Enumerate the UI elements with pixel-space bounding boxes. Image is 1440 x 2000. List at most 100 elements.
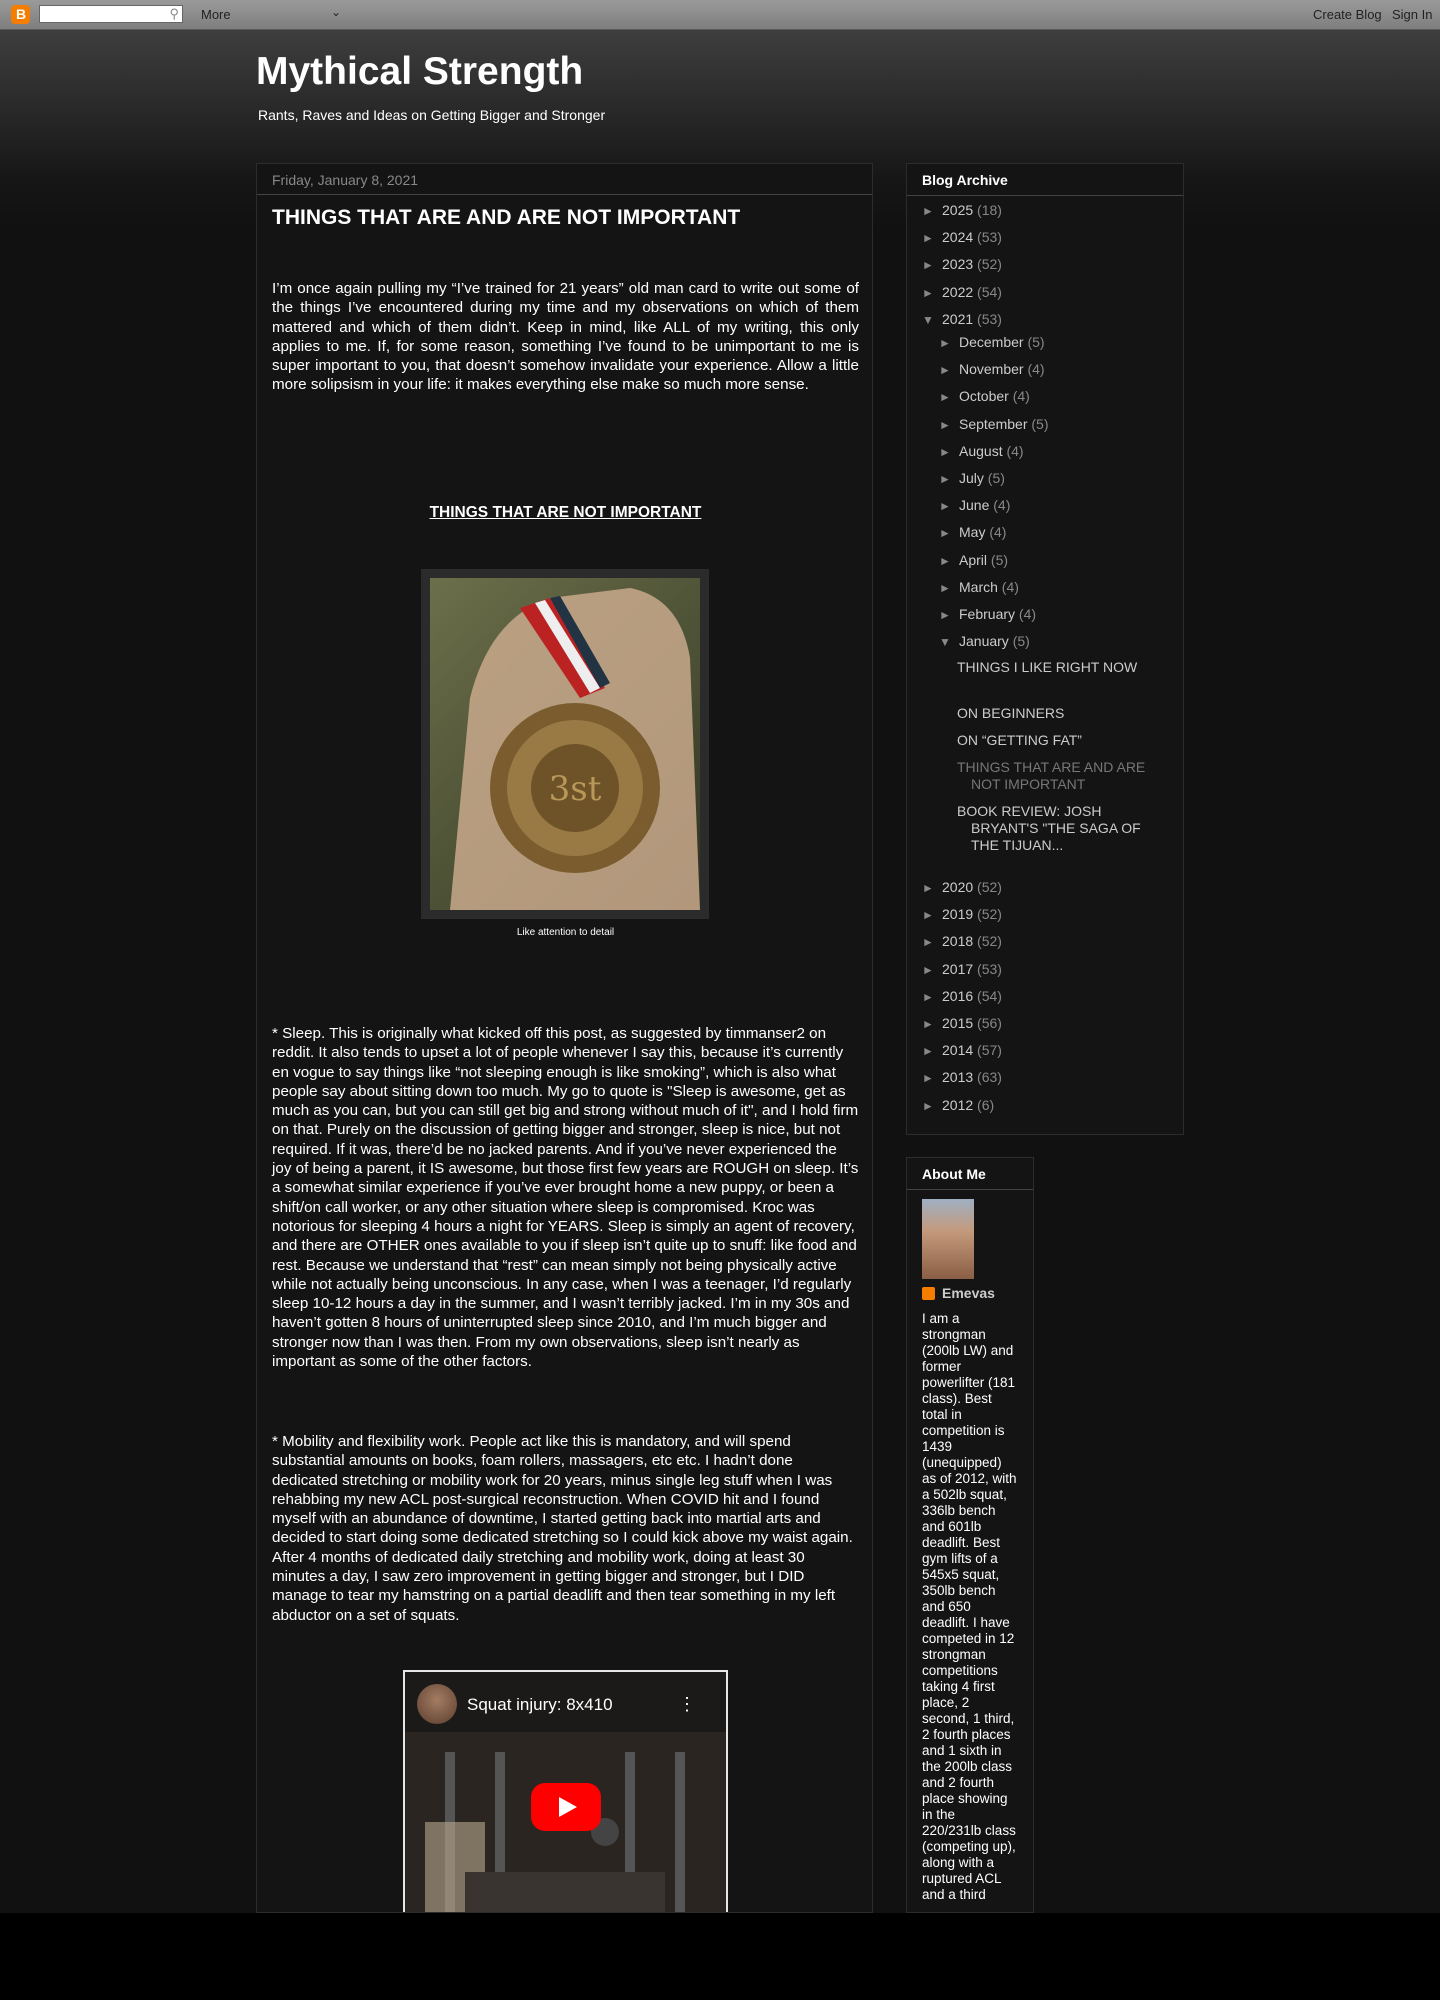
expand-toggle-icon[interactable]: ► [939, 418, 959, 432]
archive-month[interactable]: ► February (4) [939, 606, 1036, 622]
archive-year-label[interactable]: 2020 [942, 879, 977, 895]
archive-month[interactable]: ► March (4) [939, 579, 1019, 595]
archive-year-label[interactable]: 2017 [942, 961, 977, 977]
archive-post-link[interactable]: THINGS THAT ARE AND ARE NOT IMPORTANT [957, 759, 1151, 793]
archive-month-label[interactable]: March [959, 579, 1002, 595]
sign-in-link[interactable]: Sign In [1392, 7, 1432, 22]
archive-year-label[interactable]: 2015 [942, 1015, 977, 1031]
expand-toggle-icon[interactable]: ► [922, 1099, 942, 1113]
archive-year-label[interactable]: 2018 [942, 933, 977, 949]
archive-month-label[interactable]: April [959, 552, 991, 568]
more-vert-icon[interactable]: ⋮ [678, 1694, 696, 1715]
blogger-logo-icon[interactable] [11, 5, 30, 24]
archive-year-label[interactable]: 2016 [942, 988, 977, 1004]
archive-year[interactable]: ► 2024 (53) [922, 229, 1002, 245]
archive-year-label[interactable]: 2022 [942, 284, 977, 300]
channel-avatar[interactable] [417, 1684, 457, 1724]
expand-toggle-icon[interactable]: ► [939, 581, 959, 595]
expand-toggle-icon[interactable]: ► [922, 963, 942, 977]
archive-post-link[interactable]: ON BEGINNERS [957, 705, 1151, 722]
archive-post-link[interactable]: BOOK REVIEW: JOSH BRYANT'S "THE SAGA OF … [957, 803, 1151, 854]
expand-toggle-icon[interactable]: ► [939, 390, 959, 404]
archive-year[interactable]: ► 2015 (56) [922, 1015, 1002, 1031]
expand-toggle-icon[interactable]: ► [939, 608, 959, 622]
author-avatar[interactable] [922, 1199, 974, 1279]
expand-toggle-icon[interactable]: ► [939, 554, 959, 568]
archive-year[interactable]: ► 2020 (52) [922, 879, 1002, 895]
archive-month[interactable]: ► August (4) [939, 443, 1024, 459]
expand-toggle-icon[interactable]: ► [922, 258, 942, 272]
archive-year[interactable]: ► 2023 (52) [922, 256, 1002, 272]
expand-toggle-icon[interactable]: ► [922, 1044, 942, 1058]
archive-month[interactable]: ▼ January (5) [939, 633, 1030, 649]
archive-year-label[interactable]: 2012 [942, 1097, 977, 1113]
archive-month-label[interactable]: June [959, 497, 993, 513]
archive-year[interactable]: ► 2017 (53) [922, 961, 1002, 977]
post-title[interactable]: THINGS THAT ARE AND ARE NOT IMPORTANT [272, 206, 740, 230]
archive-month[interactable]: ► May (4) [939, 524, 1006, 540]
archive-month-label[interactable]: July [959, 470, 988, 486]
archive-year[interactable]: ► 2012 (6) [922, 1097, 994, 1113]
archive-month-label[interactable]: December [959, 334, 1027, 350]
archive-month-label[interactable]: February [959, 606, 1019, 622]
archive-year-label[interactable]: 2013 [942, 1069, 977, 1085]
expand-toggle-icon[interactable]: ► [922, 908, 942, 922]
collapse-toggle-icon[interactable]: ▼ [922, 313, 942, 327]
archive-month[interactable]: ► December (5) [939, 334, 1045, 350]
youtube-embed[interactable]: Squat injury: 8x410 ⋮ [403, 1670, 728, 1912]
expand-toggle-icon[interactable]: ► [922, 204, 942, 218]
expand-toggle-icon[interactable]: ► [939, 336, 959, 350]
archive-year[interactable]: ► 2019 (52) [922, 906, 1002, 922]
author-name-link[interactable]: Emevas [942, 1285, 995, 1301]
archive-year[interactable]: ► 2018 (52) [922, 933, 1002, 949]
archive-post-link[interactable]: THINGS I LIKE RIGHT NOW [957, 659, 1151, 676]
archive-month-label[interactable]: November [959, 361, 1027, 377]
post-image-medal[interactable]: 3st [421, 569, 709, 919]
expand-toggle-icon[interactable]: ► [939, 363, 959, 377]
archive-month[interactable]: ► September (5) [939, 416, 1049, 432]
archive-year[interactable]: ► 2022 (54) [922, 284, 1002, 300]
expand-toggle-icon[interactable]: ► [922, 990, 942, 1004]
chevron-down-icon[interactable]: ⌄ [331, 5, 341, 19]
collapse-toggle-icon[interactable]: ▼ [939, 635, 959, 649]
video-title[interactable]: Squat injury: 8x410 [467, 1695, 613, 1715]
play-icon[interactable] [531, 1783, 601, 1831]
expand-toggle-icon[interactable]: ► [922, 881, 942, 895]
archive-year[interactable]: ▼ 2021 (53) [922, 311, 1002, 327]
expand-toggle-icon[interactable]: ► [939, 499, 959, 513]
archive-month-label[interactable]: October [959, 388, 1013, 404]
archive-month-label[interactable]: September [959, 416, 1031, 432]
archive-month[interactable]: ► April (5) [939, 552, 1008, 568]
archive-year[interactable]: ► 2025 (18) [922, 202, 1002, 218]
expand-toggle-icon[interactable]: ► [922, 1071, 942, 1085]
archive-month[interactable]: ► July (5) [939, 470, 1005, 486]
expand-toggle-icon[interactable]: ► [922, 1017, 942, 1031]
search-icon[interactable]: ⚲ [169, 6, 179, 22]
archive-year-label[interactable]: 2023 [942, 256, 977, 272]
archive-month-label[interactable]: August [959, 443, 1006, 459]
archive-post-link[interactable]: ON “GETTING FAT” [957, 732, 1151, 749]
archive-year-label[interactable]: 2021 [942, 311, 977, 327]
archive-year-label[interactable]: 2019 [942, 906, 977, 922]
archive-year[interactable]: ► 2016 (54) [922, 988, 1002, 1004]
archive-year[interactable]: ► 2014 (57) [922, 1042, 1002, 1058]
blog-title[interactable]: Mythical Strength [256, 50, 583, 94]
archive-year[interactable]: ► 2013 (63) [922, 1069, 1002, 1085]
archive-year-label[interactable]: 2014 [942, 1042, 977, 1058]
archive-month[interactable]: ► November (4) [939, 361, 1045, 377]
create-blog-link[interactable]: Create Blog [1313, 7, 1382, 22]
expand-toggle-icon[interactable]: ► [922, 935, 942, 949]
expand-toggle-icon[interactable]: ► [939, 445, 959, 459]
expand-toggle-icon[interactable]: ► [922, 231, 942, 245]
archive-month-label[interactable]: January [959, 633, 1013, 649]
expand-toggle-icon[interactable]: ► [939, 472, 959, 486]
archive-month-label[interactable]: May [959, 524, 989, 540]
more-dropdown[interactable]: More [201, 7, 231, 22]
archive-year-label[interactable]: 2024 [942, 229, 977, 245]
expand-toggle-icon[interactable]: ► [939, 526, 959, 540]
archive-year-label[interactable]: 2025 [942, 202, 977, 218]
archive-month[interactable]: ► June (4) [939, 497, 1010, 513]
archive-month[interactable]: ► October (4) [939, 388, 1030, 404]
expand-toggle-icon[interactable]: ► [922, 286, 942, 300]
search-input[interactable]: ⚲ [39, 5, 183, 23]
